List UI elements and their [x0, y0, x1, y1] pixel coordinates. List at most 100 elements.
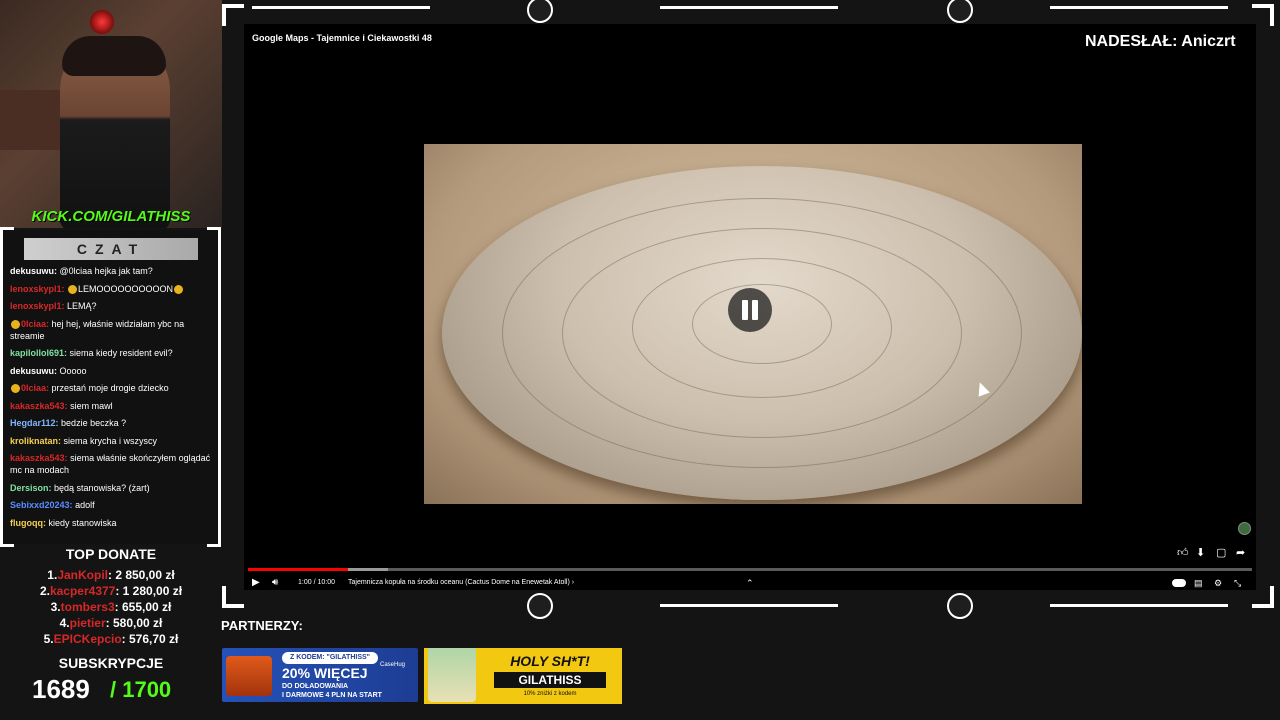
chat-text: Ooooo: [59, 365, 87, 376]
chat-text: siema kiedy resident evil?: [69, 348, 173, 358]
chat-title: CZAT: [24, 238, 198, 260]
banner-headline: 20% WIĘCEJ: [282, 665, 368, 681]
volume-icon[interactable]: 🔊︎: [272, 575, 278, 591]
chat-username[interactable]: 0lciaa:: [21, 319, 49, 329]
like-icon[interactable]: 👍︎: [1177, 546, 1189, 559]
donate-entry: 2.kacper4377: 1 280,00 zł: [0, 583, 222, 599]
subscriptions-goal: / 1700: [110, 677, 172, 702]
chevron-up-icon[interactable]: ⌃: [746, 575, 754, 591]
banner-code: Z KODEM: "GILATHISS": [282, 652, 378, 664]
chat-username[interactable]: kapilollol691:: [10, 348, 67, 358]
chat-text: siem mawl: [70, 400, 113, 411]
chat-message: lenoxskypl1: LEMOOOOOOOOOON: [10, 283, 215, 295]
progress-bar[interactable]: [248, 568, 1252, 571]
exit-fullscreen-icon[interactable]: ⤡: [1234, 575, 1241, 591]
progress-played: [248, 568, 349, 571]
product-jar-icon: [428, 648, 476, 702]
treasure-chest-icon: [226, 656, 272, 696]
chat-username[interactable]: lenoxskypl1:: [10, 301, 65, 311]
chat-text: bedzie beczka ?: [61, 418, 127, 428]
donate-amount: : 1 280,00 zł: [115, 584, 183, 598]
donate-name: pietier: [69, 616, 106, 630]
emote-icon: [174, 284, 184, 294]
donate-amount: : 655,00 zł: [114, 600, 172, 614]
chat-text: LEMĄ?: [67, 301, 97, 311]
chat-username[interactable]: kakaszka543:: [10, 453, 68, 463]
x-logo-icon: [527, 593, 553, 619]
chat-username[interactable]: 0lciaa:: [21, 383, 49, 393]
top-donate-list: 1.JanKopil: 2 850,00 zł 2.kacper4377: 1 2…: [0, 567, 222, 647]
chat-text: LEMOOOOOOOOOON: [78, 283, 174, 294]
background-light: [90, 10, 114, 34]
chapter-title[interactable]: Tajemnicza kopuła na środku oceanu (Cact…: [348, 575, 574, 591]
donate-rank: 2.: [39, 584, 50, 598]
webcam-feed: [0, 0, 222, 228]
top-donate-title: TOP DONATE: [65, 546, 157, 562]
donate-entry: 5.EPICKepcio: 576,70 zł: [0, 631, 222, 647]
chat-message: Hegdar112: bedzie beczka ?: [10, 417, 215, 429]
chat-username[interactable]: dekusuwu:: [10, 366, 57, 376]
settings-icon[interactable]: ⚙: [1214, 575, 1222, 591]
banner-brand: CaseHug: [380, 662, 406, 668]
chat-message: kakaszka543: siem mawl: [10, 400, 215, 412]
stripes-logo-icon: [947, 593, 973, 619]
chat-username[interactable]: lenoxskypl1:: [10, 284, 65, 294]
chat-text: siema krycha i wszyscy: [63, 435, 158, 446]
chat-message: dekusuwu: Ooooo: [10, 365, 215, 377]
emote-icon: [68, 284, 78, 294]
concrete-dome: [442, 166, 1082, 500]
donate-amount: : 576,70 zł: [121, 632, 179, 646]
banner2-code: GILATHISS: [494, 672, 606, 688]
autoplay-toggle[interactable]: [1172, 579, 1186, 587]
sender-label: NADESŁAŁ: Aniczrt: [1085, 33, 1236, 50]
time-display: 1:00 / 10:00: [298, 579, 335, 586]
donate-entry: 3.tombers3: 655,00 zł: [0, 599, 222, 615]
play-icon[interactable]: ▶: [252, 575, 260, 591]
chat-message: 0lciaa: przestań moje drogie dziecko: [10, 382, 215, 394]
chat-username[interactable]: kakaszka543:: [10, 401, 68, 411]
chat-text: kiedy stanowiska: [48, 517, 117, 528]
partner-banner-casehug[interactable]: Z KODEM: "GILATHISS" 20% WIĘCEJ DO DOŁAD…: [222, 648, 418, 702]
donate-rank: 5.: [43, 632, 54, 646]
chat-message: flugoqq: kiedy stanowiska: [10, 517, 215, 529]
chat-text: przestań moje drogie dziecko: [51, 383, 169, 393]
share-icon[interactable]: ➦: [1236, 546, 1245, 559]
chat-text: będą stanowiska? (żart): [54, 482, 150, 493]
chat-username[interactable]: Dersison:: [10, 483, 52, 493]
chat-message: Dersison: będą stanowiska? (żart): [10, 482, 215, 494]
chat-message: 0lciaa: hej hej, właśnie widziałam ybc n…: [10, 318, 215, 342]
pause-button[interactable]: [728, 288, 772, 332]
subscriptions-count: 1689: [32, 674, 90, 704]
streamer-hair: [62, 36, 166, 76]
chat-username[interactable]: kroliknatan:: [10, 436, 61, 446]
subtitles-icon[interactable]: ▤: [1194, 575, 1203, 591]
subscriptions-title: SUBSKRYPCJE: [58, 655, 164, 671]
avatar-icon[interactable]: [1238, 522, 1251, 535]
diamond-logo-icon: [947, 0, 973, 23]
chat-username[interactable]: Sebixxd20243:: [10, 500, 73, 510]
dislike-icon[interactable]: ⬇: [1196, 546, 1205, 559]
s-logo-icon: [527, 0, 553, 23]
chat-message: Sebixxd20243: adolf: [10, 499, 215, 511]
comment-icon[interactable]: ▢: [1216, 546, 1226, 559]
donate-name: JanKopil: [57, 568, 108, 582]
banner-subtext: DO DOŁADOWANIA I DARMOWE 4 PLN NA START: [282, 683, 382, 699]
chat-text: @0lciaa hejka jak tam?: [59, 266, 153, 276]
chat-message: dekusuwu: @0lciaa hejka jak tam?: [10, 265, 215, 277]
emote-icon: [11, 384, 20, 394]
donate-name: EPICKepcio: [53, 632, 122, 646]
chat-username[interactable]: dekusuwu:: [10, 266, 57, 276]
chat-username[interactable]: Hegdar112:: [10, 418, 59, 428]
chat-message-list: dekusuwu: @0lciaa hejka jak tam? lenoxsky…: [10, 265, 215, 534]
donate-entry: 1.JanKopil: 2 850,00 zł: [0, 567, 222, 583]
chat-message: lenoxskypl1: LEMĄ?: [10, 300, 215, 312]
emote-icon: [11, 319, 20, 329]
partners-label: PARTNERZY:: [221, 618, 303, 633]
chat-username[interactable]: flugoqq:: [10, 518, 46, 528]
chat-message: kapilollol691: siema kiedy resident evil…: [10, 347, 215, 359]
chat-text: adolf: [75, 500, 95, 510]
partner-banner-holy[interactable]: HOLY SH*T! GILATHISS 10% zniżki z kodem: [424, 648, 622, 704]
donate-amount: : 2 850,00 zł: [107, 568, 175, 582]
video-title: Google Maps - Tajemnice i Ciekawostki 48: [252, 33, 432, 43]
donate-entry: 4.pietier: 580,00 zł: [0, 615, 222, 631]
